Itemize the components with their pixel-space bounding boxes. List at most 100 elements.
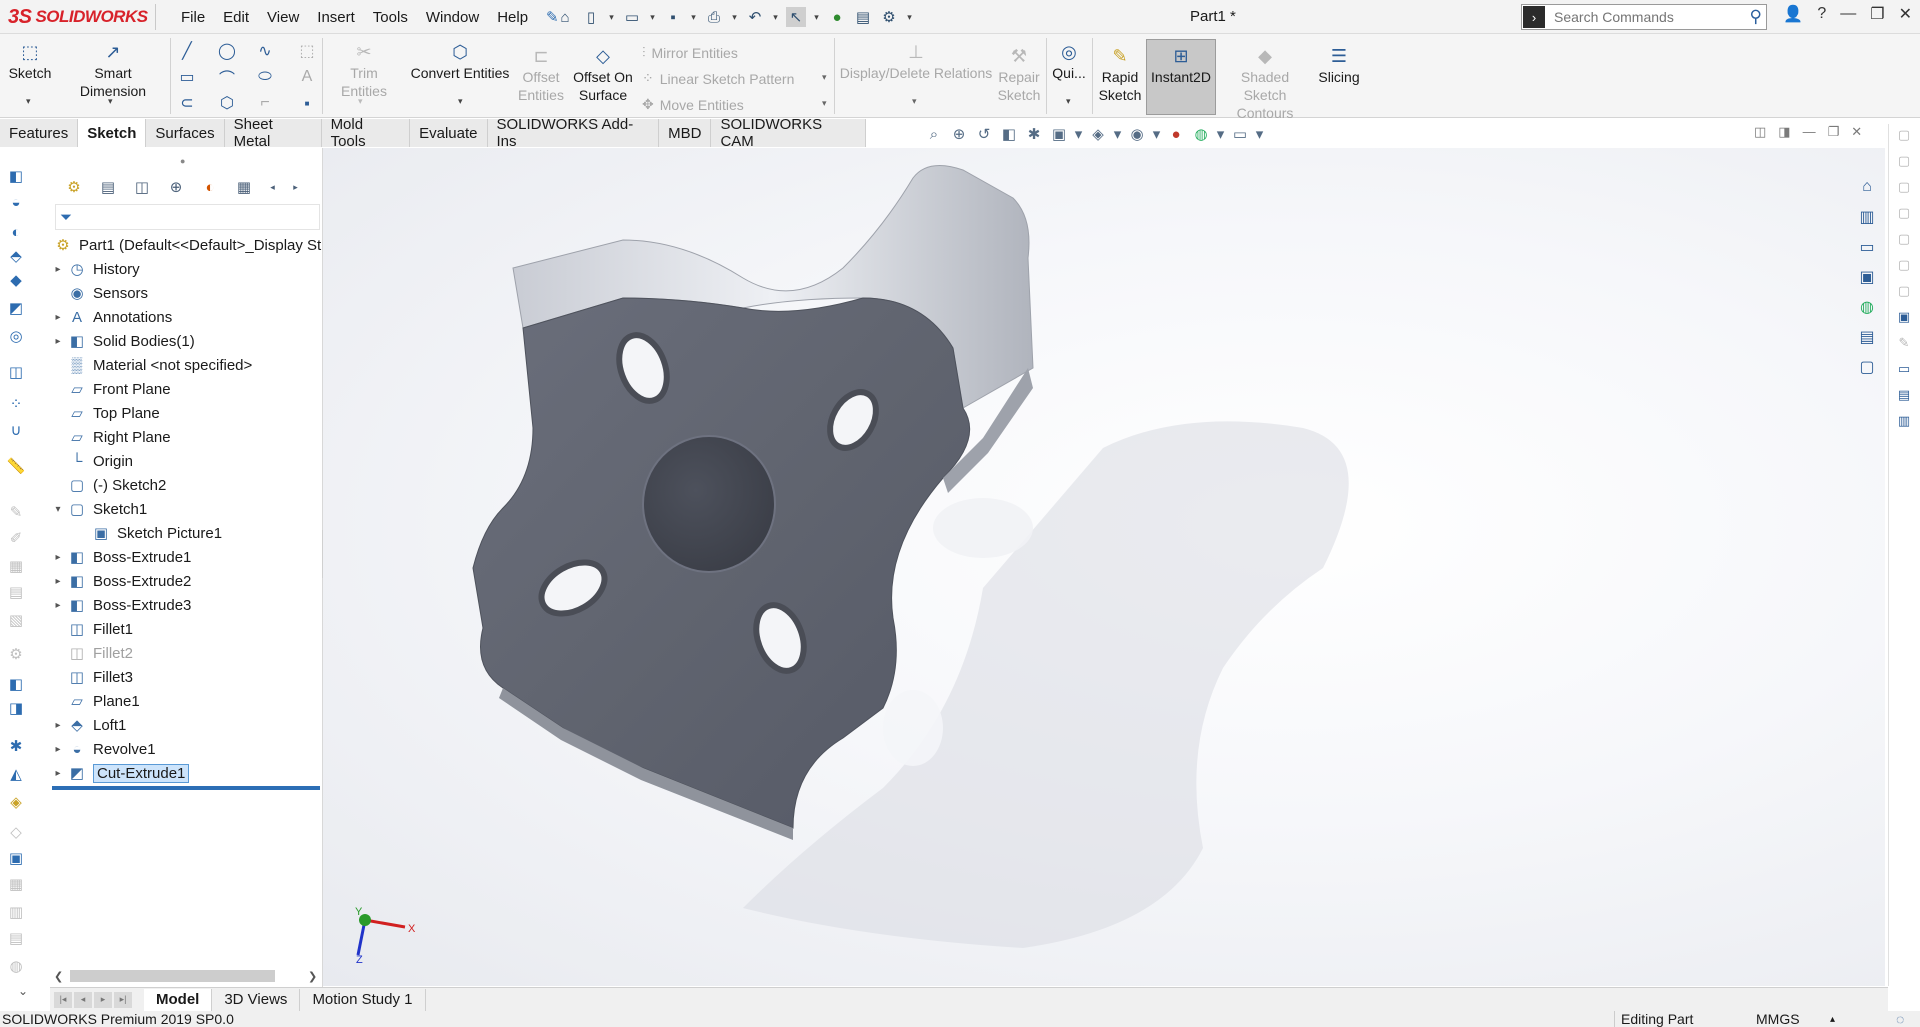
tree-item-right-plane[interactable]: ▱ Right Plane	[50, 425, 322, 449]
fillet-sketch-icon[interactable]: ⌐	[254, 92, 276, 114]
tree-item-material-not-specified[interactable]: ▒ Material <not specified>	[50, 353, 322, 377]
tab-3d-views[interactable]: 3D Views	[212, 988, 301, 1011]
save-dropdown-icon[interactable]: ▾	[689, 7, 698, 27]
strip-tool-icon[interactable]: ▣	[1893, 306, 1915, 328]
dynamic-annotation-icon[interactable]: ✱	[1024, 124, 1044, 144]
display-delete-relations-button[interactable]: ⊥ Display/Delete Relations	[838, 40, 994, 82]
move-dropdown-icon[interactable]: ▾	[822, 98, 827, 109]
polygon-icon[interactable]: ⬡	[216, 92, 238, 114]
tree-item-top-plane[interactable]: ▱ Top Plane	[50, 401, 322, 425]
text-icon[interactable]: A	[296, 66, 318, 88]
view-orientation-dropdown-icon[interactable]: ▾	[1074, 124, 1083, 144]
symmetry-icon[interactable]: ▤	[6, 928, 26, 948]
expand-arrow-icon[interactable]: ▸	[50, 312, 66, 323]
ellipse-icon[interactable]: ⬭	[254, 66, 276, 88]
tree-item-solid-bodies-1[interactable]: ▸ ◧ Solid Bodies(1)	[50, 329, 322, 353]
forum-icon[interactable]: ▢	[1852, 354, 1882, 380]
tab-solidworks-cam[interactable]: SOLIDWORKS CAM	[711, 116, 866, 150]
search-icon[interactable]: ⚲	[1750, 7, 1766, 27]
print-dropdown-icon[interactable]: ▾	[730, 7, 739, 27]
file-explorer-icon[interactable]: ▭	[1852, 234, 1882, 260]
tree-item-boss-extrude3[interactable]: ▸ ◧ Boss-Extrude3	[50, 593, 322, 617]
design-library-icon[interactable]: ▥	[1852, 204, 1882, 230]
previous-view-icon[interactable]: ↺	[974, 124, 994, 144]
expand-arrow-icon[interactable]: ▸	[50, 720, 66, 731]
menu-window[interactable]: Window	[417, 9, 488, 26]
select-arrow-icon[interactable]: ↖	[786, 7, 806, 27]
view-settings-dropdown-icon[interactable]: ▾	[1255, 124, 1264, 144]
linear-pattern-icon[interactable]: ⁘	[6, 394, 26, 414]
revolved-boss-icon[interactable]: ◒	[6, 192, 26, 212]
tab-motion-study-1[interactable]: Motion Study 1	[300, 988, 426, 1011]
viewport-pin-icon[interactable]: ◫	[1754, 124, 1766, 140]
solidworks-resources-icon[interactable]: ⌂	[1852, 174, 1882, 200]
trim-dropdown-icon[interactable]: ▾	[358, 96, 363, 107]
reference-triad[interactable]: Y X Z	[350, 905, 420, 965]
sketch-dropdown-icon[interactable]: ▾	[26, 96, 31, 107]
trim-entities-button[interactable]: ✂ Trim Entities	[326, 40, 402, 100]
expand-arrow-icon[interactable]: ▸	[50, 336, 66, 347]
tabs-scroll-right-icon[interactable]: ▸	[291, 177, 300, 197]
tree-item-annotations[interactable]: ▸ A Annotations	[50, 305, 322, 329]
tabs-scroll-left-icon[interactable]: ◂	[268, 177, 277, 197]
units-system[interactable]: MMGS	[1756, 1011, 1800, 1027]
offset-on-surface-button[interactable]: ◇ Offset On Surface	[570, 44, 636, 104]
home-icon[interactable]: ⌂	[555, 7, 575, 27]
open-folder-icon[interactable]: ▭	[622, 7, 642, 27]
tree-item-plane1[interactable]: ▱ Plane1	[50, 689, 322, 713]
menu-file[interactable]: File	[172, 9, 214, 26]
first-tab-icon[interactable]: |◂	[54, 991, 72, 1008]
quick-snaps-button[interactable]: ◎ Qui...	[1050, 40, 1088, 82]
section-view-icon[interactable]: ◧	[999, 124, 1019, 144]
dome-icon[interactable]: ▤	[6, 582, 26, 602]
strip-tool-icon[interactable]: ▥	[1893, 410, 1915, 432]
tree-item-revolve1[interactable]: ▸ ◒ Revolve1	[50, 737, 322, 761]
select-dropdown-icon[interactable]: ▾	[812, 7, 821, 27]
zebra-icon[interactable]: ◍	[6, 956, 26, 976]
rib-icon[interactable]: ∪	[6, 420, 26, 440]
repair-sketch-button[interactable]: ⚒ Repair Sketch	[996, 44, 1042, 104]
scroll-thumb[interactable]	[70, 970, 275, 982]
rebuild-icon[interactable]: ●	[827, 7, 847, 27]
tree-item-boss-extrude1[interactable]: ▸ ◧ Boss-Extrude1	[50, 545, 322, 569]
tree-item-front-plane[interactable]: ▱ Front Plane	[50, 377, 322, 401]
convert-entities-button[interactable]: ⬡ Convert Entities	[410, 40, 510, 82]
extruded-boss-icon[interactable]: ◧	[6, 166, 26, 186]
menu-insert[interactable]: Insert	[308, 9, 364, 26]
tab-solidworks-add-ins[interactable]: SOLIDWORKS Add-Ins	[488, 116, 660, 150]
tree-item-sketch1[interactable]: ▾ ▢ Sketch1	[50, 497, 322, 521]
tab-mold-tools[interactable]: Mold Tools	[322, 116, 411, 150]
relations-dropdown-icon[interactable]: ▾	[912, 96, 917, 107]
options-gear-icon[interactable]: ⚙	[879, 7, 899, 27]
zoom-to-area-icon[interactable]: ⊕	[949, 124, 969, 144]
edit-appearance-icon[interactable]: ●	[1166, 124, 1186, 144]
display-style-icon[interactable]: ◈	[1088, 124, 1108, 144]
last-tab-icon[interactable]: ▸|	[114, 991, 132, 1008]
scroll-right-icon[interactable]: ❯	[308, 970, 317, 983]
tree-root[interactable]: ⚙ Part1 (Default<<Default>_Display St	[50, 233, 322, 257]
hide-show-dropdown-icon[interactable]: ▾	[1152, 124, 1161, 144]
print-icon[interactable]: ⎙	[704, 7, 724, 27]
extruded-cut-icon[interactable]: ◩	[6, 298, 26, 318]
user-icon[interactable]: 👤	[1783, 4, 1803, 24]
reference-geometry-icon[interactable]: ✐	[6, 528, 26, 548]
strip-tool-icon[interactable]: ▤	[1893, 384, 1915, 406]
move-entities-button[interactable]: ✥ Move Entities	[642, 96, 744, 113]
smart-dimension-button[interactable]: ↗ Smart Dimension	[60, 40, 166, 100]
menu-edit[interactable]: Edit	[214, 9, 258, 26]
rollback-bar[interactable]	[52, 786, 320, 790]
sketch-grid-icon[interactable]: ⬚	[296, 40, 318, 62]
help-icon[interactable]: ?	[1817, 5, 1826, 23]
instant3d-icon[interactable]: ▧	[6, 610, 26, 630]
new-document-icon[interactable]: ▯	[581, 7, 601, 27]
shell-icon[interactable]: ◨	[6, 698, 26, 718]
3d-part-model[interactable]	[323, 148, 1885, 986]
next-tab-icon[interactable]: ▸	[94, 991, 112, 1008]
thickness-icon[interactable]: ▦	[6, 874, 26, 894]
line-icon[interactable]: ╱	[176, 40, 198, 62]
viewport-close-icon[interactable]: ✕	[1851, 124, 1862, 140]
custom-properties-icon[interactable]: ▤	[1852, 324, 1882, 350]
lofted-boss-icon[interactable]: ⬘	[6, 246, 26, 266]
cam-tab-icon[interactable]: ▦	[234, 177, 254, 197]
strip-tool-icon[interactable]: ▢	[1893, 150, 1915, 172]
